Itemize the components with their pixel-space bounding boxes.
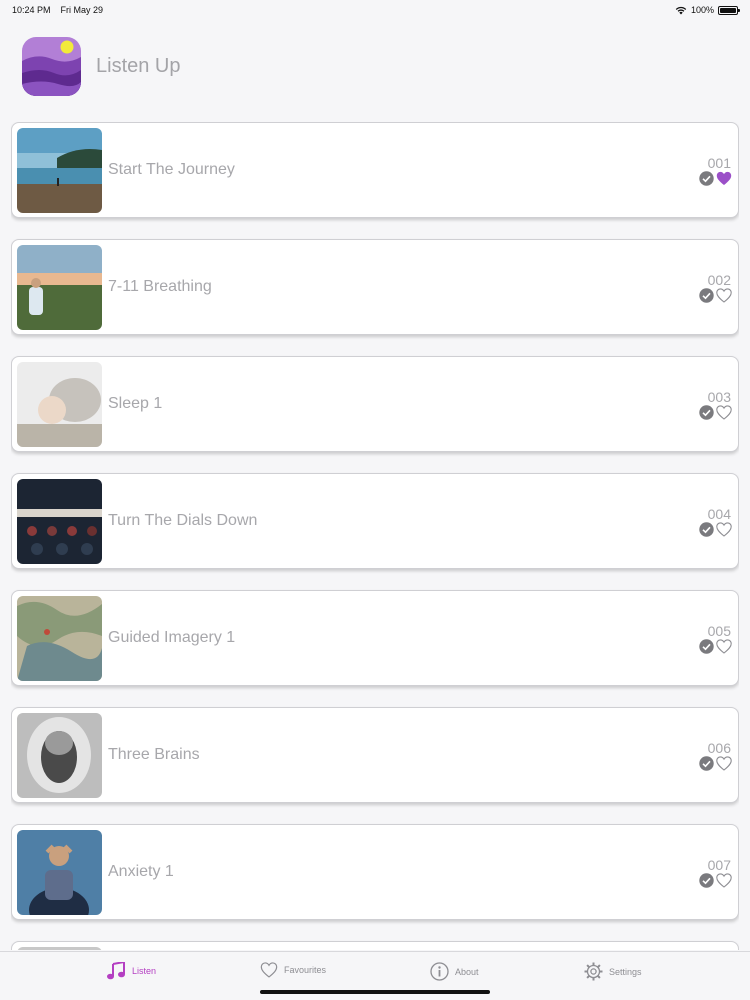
check-circle-icon bbox=[699, 639, 714, 654]
track-card-partial[interactable] bbox=[11, 941, 739, 950]
heart-outline-icon[interactable] bbox=[716, 405, 732, 420]
heart-filled-icon[interactable] bbox=[716, 171, 732, 186]
tab-settings[interactable]: Settings bbox=[584, 962, 642, 981]
music-note-icon bbox=[107, 962, 125, 980]
check-circle-icon bbox=[699, 756, 714, 771]
track-number: 001 bbox=[707, 155, 731, 171]
heart-outline-icon[interactable] bbox=[716, 639, 732, 654]
check-circle-icon bbox=[699, 873, 714, 888]
check-circle-icon bbox=[699, 171, 714, 186]
track-thumbnail bbox=[17, 596, 102, 681]
battery-icon bbox=[718, 5, 740, 15]
gear-icon bbox=[584, 962, 603, 981]
track-list[interactable]: Start The Journey 001 7-11 Breathing 002 bbox=[11, 122, 739, 950]
heart-outline-icon[interactable] bbox=[716, 522, 732, 537]
wifi-icon bbox=[675, 6, 687, 14]
tab-listen[interactable]: Listen bbox=[107, 962, 156, 980]
battery-percent: 100% bbox=[690, 5, 714, 15]
track-title: Guided Imagery 1 bbox=[108, 629, 236, 646]
check-circle-icon bbox=[699, 405, 714, 420]
status-date: Fri May 29 bbox=[60, 5, 104, 15]
track-title: Three Brains bbox=[108, 746, 200, 763]
track-card[interactable]: Guided Imagery 1 005 bbox=[11, 590, 739, 686]
track-card[interactable]: Start The Journey 001 bbox=[11, 122, 739, 218]
heart-icon bbox=[260, 962, 278, 978]
tab-label: About bbox=[455, 966, 479, 977]
header: Listen Up bbox=[0, 20, 750, 112]
tab-label: Settings bbox=[609, 966, 642, 977]
track-card[interactable]: Anxiety 1 007 bbox=[11, 824, 739, 920]
track-thumbnail bbox=[17, 362, 102, 447]
track-title: Turn The Dials Down bbox=[108, 512, 258, 529]
info-icon bbox=[430, 962, 449, 981]
track-thumbnail bbox=[17, 245, 102, 330]
heart-outline-icon[interactable] bbox=[716, 756, 732, 771]
track-card[interactable]: Three Brains 006 bbox=[11, 707, 739, 803]
track-number: 006 bbox=[707, 740, 731, 756]
track-number: 007 bbox=[707, 857, 731, 873]
track-number: 005 bbox=[707, 623, 731, 639]
status-time: 10:24 PM bbox=[12, 5, 51, 15]
track-title: Sleep 1 bbox=[108, 395, 163, 412]
track-thumbnail bbox=[17, 947, 102, 950]
track-number: 002 bbox=[707, 272, 731, 288]
track-thumbnail bbox=[17, 830, 102, 915]
track-thumbnail bbox=[17, 128, 102, 213]
track-card[interactable]: 7-11 Breathing 002 bbox=[11, 239, 739, 335]
track-number: 003 bbox=[707, 389, 731, 405]
tab-label: Listen bbox=[132, 966, 157, 976]
check-circle-icon bbox=[699, 288, 714, 303]
track-thumbnail bbox=[17, 713, 102, 798]
page-title: Listen Up bbox=[96, 54, 181, 77]
home-indicator[interactable] bbox=[260, 990, 490, 994]
status-bar: 10:24 PM Fri May 29 100% bbox=[0, 0, 750, 20]
track-title: 7-11 Breathing bbox=[108, 278, 212, 295]
heart-outline-icon[interactable] bbox=[716, 873, 732, 888]
track-number: 004 bbox=[707, 506, 731, 522]
tab-label: Favourites bbox=[284, 965, 327, 975]
track-card[interactable]: Sleep 1 003 bbox=[11, 356, 739, 452]
heart-outline-icon[interactable] bbox=[716, 288, 732, 303]
track-title: Anxiety 1 bbox=[108, 863, 174, 880]
tab-about[interactable]: About bbox=[430, 962, 479, 981]
track-title: Start The Journey bbox=[108, 161, 235, 178]
tab-favourites[interactable]: Favourites bbox=[260, 962, 326, 978]
track-card[interactable]: Turn The Dials Down 004 bbox=[11, 473, 739, 569]
app-logo bbox=[22, 36, 81, 96]
track-thumbnail bbox=[17, 479, 102, 564]
check-circle-icon bbox=[699, 522, 714, 537]
